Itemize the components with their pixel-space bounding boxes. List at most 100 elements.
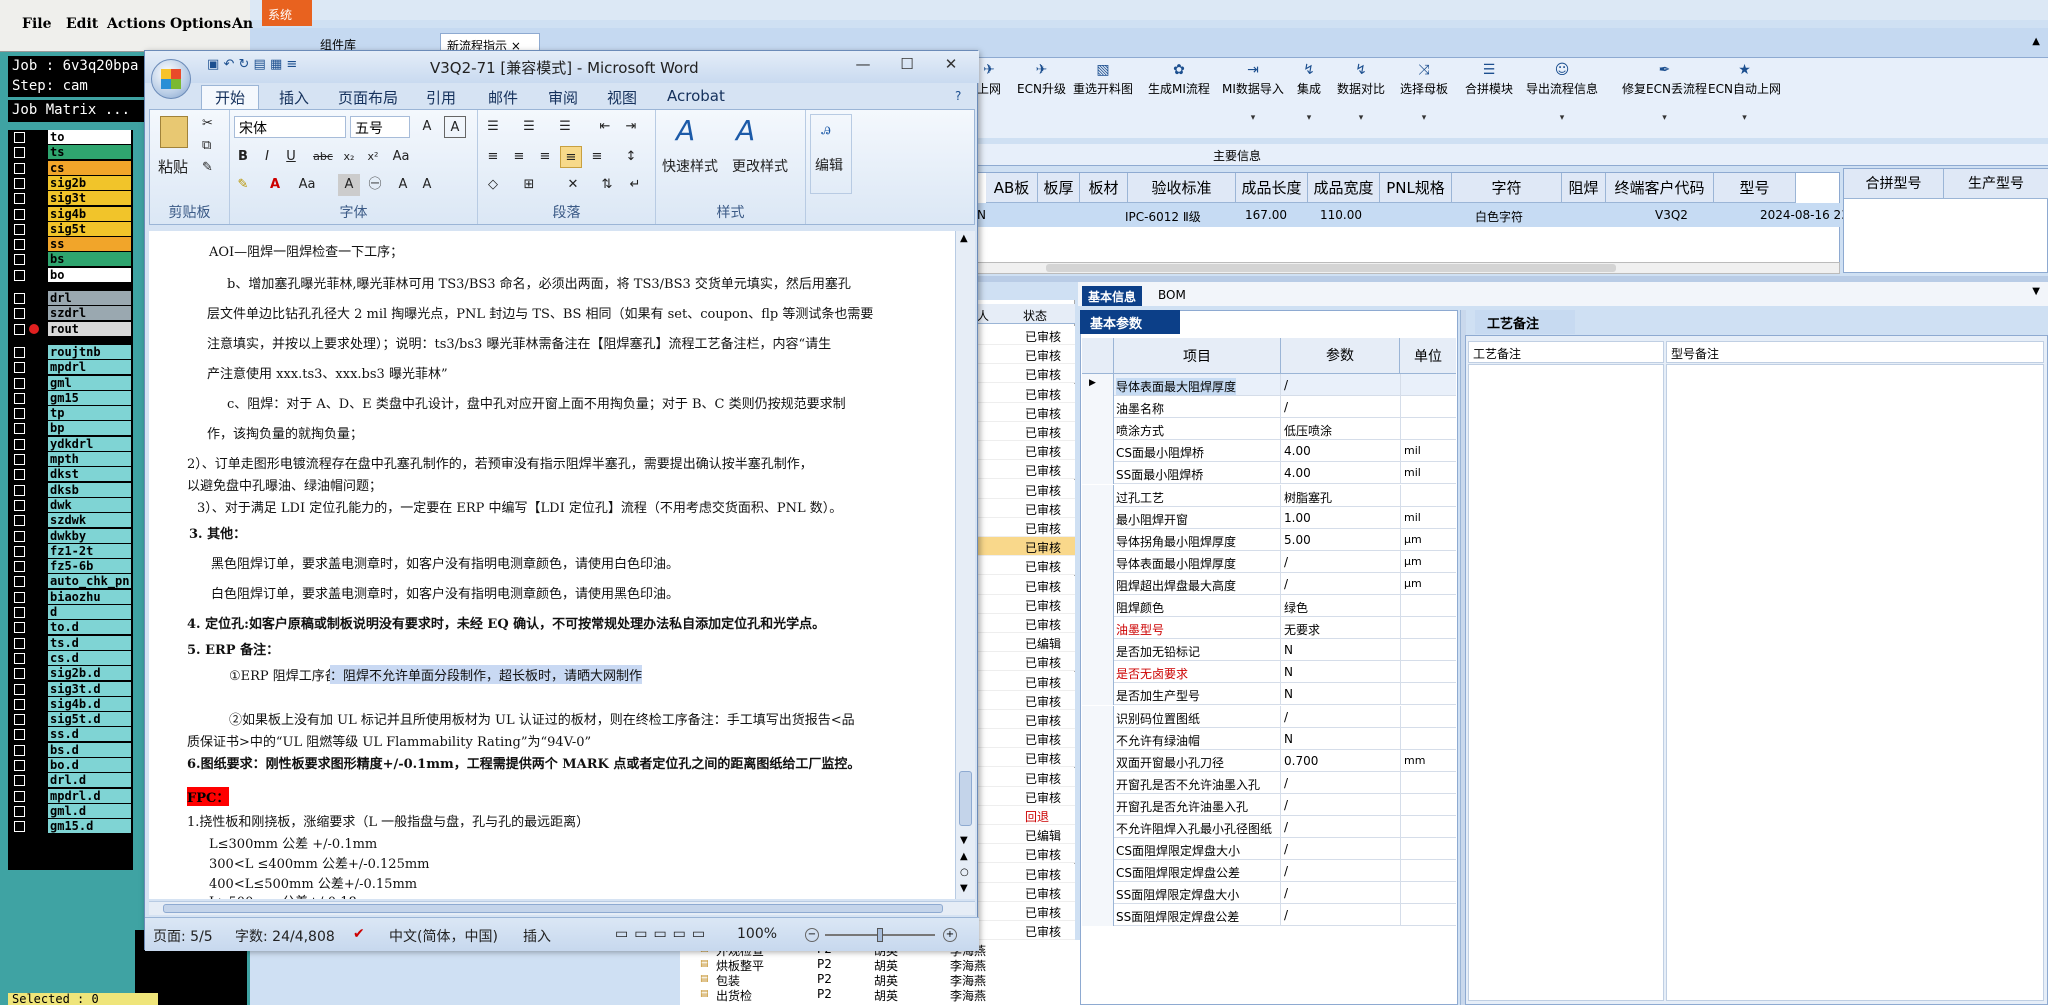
- vertical-scrollbar[interactable]: ▲ ▼ ▲ ○ ▼: [955, 231, 975, 899]
- layer-name[interactable]: cs: [48, 160, 131, 175]
- layer-checkbox[interactable]: [14, 132, 25, 143]
- view-buttons[interactable]: ▭▭▭▭▭: [615, 926, 711, 942]
- layer-checkbox[interactable]: [14, 392, 25, 404]
- increase-indent-icon[interactable]: ⇥: [620, 116, 642, 138]
- param-value[interactable]: 0.700: [1284, 754, 1318, 768]
- layer-row[interactable]: ss.d: [8, 727, 133, 742]
- param-value[interactable]: /: [1284, 776, 1288, 790]
- model-remark-box[interactable]: [1666, 364, 2044, 1001]
- help-icon[interactable]: ?: [955, 89, 961, 103]
- erp-ribbon-button[interactable]: ✈ 上网: [977, 62, 1001, 97]
- chevron-up-icon[interactable]: ▲: [2032, 36, 2040, 47]
- change-styles-button[interactable]: 更改样式: [732, 156, 788, 176]
- decrease-indent-icon[interactable]: ⇤: [594, 116, 616, 138]
- list-row[interactable]: 已审核: [975, 575, 1075, 595]
- char-shading-icon[interactable]: A: [338, 174, 360, 196]
- layer-row[interactable]: dwk: [8, 497, 133, 513]
- param-value[interactable]: N: [1284, 643, 1293, 657]
- list-row[interactable]: 已审核: [975, 594, 1075, 614]
- list-row[interactable]: 已编辑: [975, 633, 1075, 653]
- layer-name[interactable]: bs: [48, 252, 131, 267]
- layer-checkbox[interactable]: [14, 652, 25, 664]
- layer-checkbox[interactable]: [14, 323, 25, 335]
- layer-row[interactable]: auto_chk_pn: [8, 574, 133, 589]
- align-center-icon[interactable]: ≡: [508, 146, 530, 168]
- param-value[interactable]: /: [1284, 798, 1288, 812]
- layer-name[interactable]: dkst: [48, 467, 131, 482]
- grow-font-icon[interactable]: A: [416, 116, 438, 138]
- layer-name[interactable]: dksb: [48, 482, 131, 497]
- param-row[interactable]: CS面最小阻焊桥 4.00 mil: [1082, 440, 1456, 463]
- layer-name[interactable]: ts.d: [48, 635, 131, 650]
- list-row[interactable]: 已审核: [975, 518, 1075, 537]
- layer-row[interactable]: to.d: [8, 620, 133, 635]
- list-row[interactable]: 已审核: [975, 652, 1075, 672]
- bold-icon[interactable]: B: [232, 146, 254, 168]
- insert-mode[interactable]: 插入: [523, 926, 551, 946]
- layer-name[interactable]: sig4b.d: [48, 696, 131, 711]
- prev-page-icon[interactable]: ▲: [960, 851, 968, 862]
- layer-name[interactable]: roujtnb: [48, 344, 131, 359]
- minimize-icon[interactable]: —: [851, 55, 875, 75]
- layer-row[interactable]: ts.d: [8, 635, 133, 651]
- font-color-icon[interactable]: A: [264, 174, 286, 196]
- layer-checkbox[interactable]: [14, 729, 25, 741]
- layer-checkbox[interactable]: [14, 438, 25, 450]
- quick-styles-button[interactable]: 快速样式: [662, 156, 718, 176]
- layer-checkbox[interactable]: [14, 346, 25, 358]
- chevron-down-icon[interactable]: ▾: [1222, 113, 1284, 123]
- proofing-icon[interactable]: ✔: [353, 926, 365, 942]
- layer-checkbox[interactable]: [14, 193, 25, 205]
- layer-name[interactable]: rout: [48, 321, 131, 336]
- job-matrix-button[interactable]: Job Matrix ...: [8, 100, 148, 122]
- layer-checkbox[interactable]: [14, 760, 25, 771]
- document-area[interactable]: AOI—阻焊一阻焊检查一下工序； b、增加塞孔曝光菲林,曝光菲林可用 TS3/BS…: [149, 231, 975, 899]
- erp-grid-merge[interactable]: 合拼型号 生产型号: [1843, 168, 2048, 273]
- tab-layout[interactable]: 页面布局: [338, 87, 398, 108]
- scroll-thumb[interactable]: [959, 771, 972, 826]
- layer-name[interactable]: biaozhu: [48, 589, 131, 604]
- document-page[interactable]: AOI—阻焊一阻焊检查一下工序； b、增加塞孔曝光菲林,曝光菲林可用 TS3/BS…: [159, 231, 939, 899]
- param-value[interactable]: /: [1284, 842, 1288, 856]
- list-row[interactable]: 已审核: [975, 479, 1075, 499]
- param-value[interactable]: 1.00: [1284, 511, 1311, 525]
- param-value[interactable]: /: [1284, 820, 1288, 834]
- list-row[interactable]: 已审核: [975, 690, 1075, 710]
- param-row[interactable]: 阻焊超出焊盘最大高度 / μm: [1082, 572, 1456, 595]
- tab-view[interactable]: 视图: [607, 87, 637, 108]
- erp-ribbon-button[interactable]: ▧ 重选开料图: [1073, 62, 1133, 97]
- save-icon[interactable]: ▣: [207, 57, 219, 72]
- layer-row[interactable]: d: [8, 605, 133, 620]
- param-value[interactable]: 5.00: [1284, 533, 1311, 547]
- layer-row[interactable]: ts: [8, 145, 133, 160]
- layer-name[interactable]: bo: [48, 267, 131, 282]
- layer-row[interactable]: szdwk: [8, 513, 133, 528]
- layer-name[interactable]: drl.d: [48, 773, 131, 788]
- layer-row[interactable]: sig2b.d: [8, 666, 133, 681]
- distributed-icon[interactable]: ≡: [586, 146, 608, 168]
- param-value[interactable]: 树脂塞孔: [1284, 489, 1332, 506]
- list-row[interactable]: 已审核: [975, 326, 1075, 345]
- layer-name[interactable]: gml.d: [48, 803, 131, 818]
- chevron-down-icon[interactable]: ▾: [1622, 113, 1707, 123]
- param-value[interactable]: N: [1284, 665, 1293, 679]
- model-remark-header[interactable]: 型号备注: [1666, 341, 2044, 363]
- param-value[interactable]: /: [1284, 886, 1288, 900]
- list-row[interactable]: 已审核: [975, 921, 1075, 941]
- param-row[interactable]: 导体表面最小阻焊厚度 / μm: [1082, 550, 1456, 573]
- layer-checkbox[interactable]: [14, 269, 25, 281]
- layer-row[interactable]: bs.d: [8, 742, 133, 758]
- change-case-icon[interactable]: Aa: [390, 146, 412, 168]
- sort-icon[interactable]: ⇅: [596, 174, 618, 196]
- layer-row[interactable]: fz5-6b: [8, 559, 133, 574]
- layer-row[interactable]: fz1-2t: [8, 543, 133, 559]
- italic-icon[interactable]: I: [256, 146, 278, 168]
- param-row[interactable]: 是否加生产型号 N: [1082, 683, 1456, 706]
- align-right-icon[interactable]: ≡: [534, 146, 556, 168]
- layer-checkbox[interactable]: [14, 515, 25, 527]
- layer-name[interactable]: dwk: [48, 497, 131, 512]
- layer-name[interactable]: cs.d: [48, 650, 131, 665]
- param-row[interactable]: 双面开窗最小孔刀径 0.700 mm: [1082, 749, 1456, 772]
- grid-header[interactable]: 验收标准: [1128, 173, 1236, 203]
- zoom-level[interactable]: 100%: [737, 926, 777, 942]
